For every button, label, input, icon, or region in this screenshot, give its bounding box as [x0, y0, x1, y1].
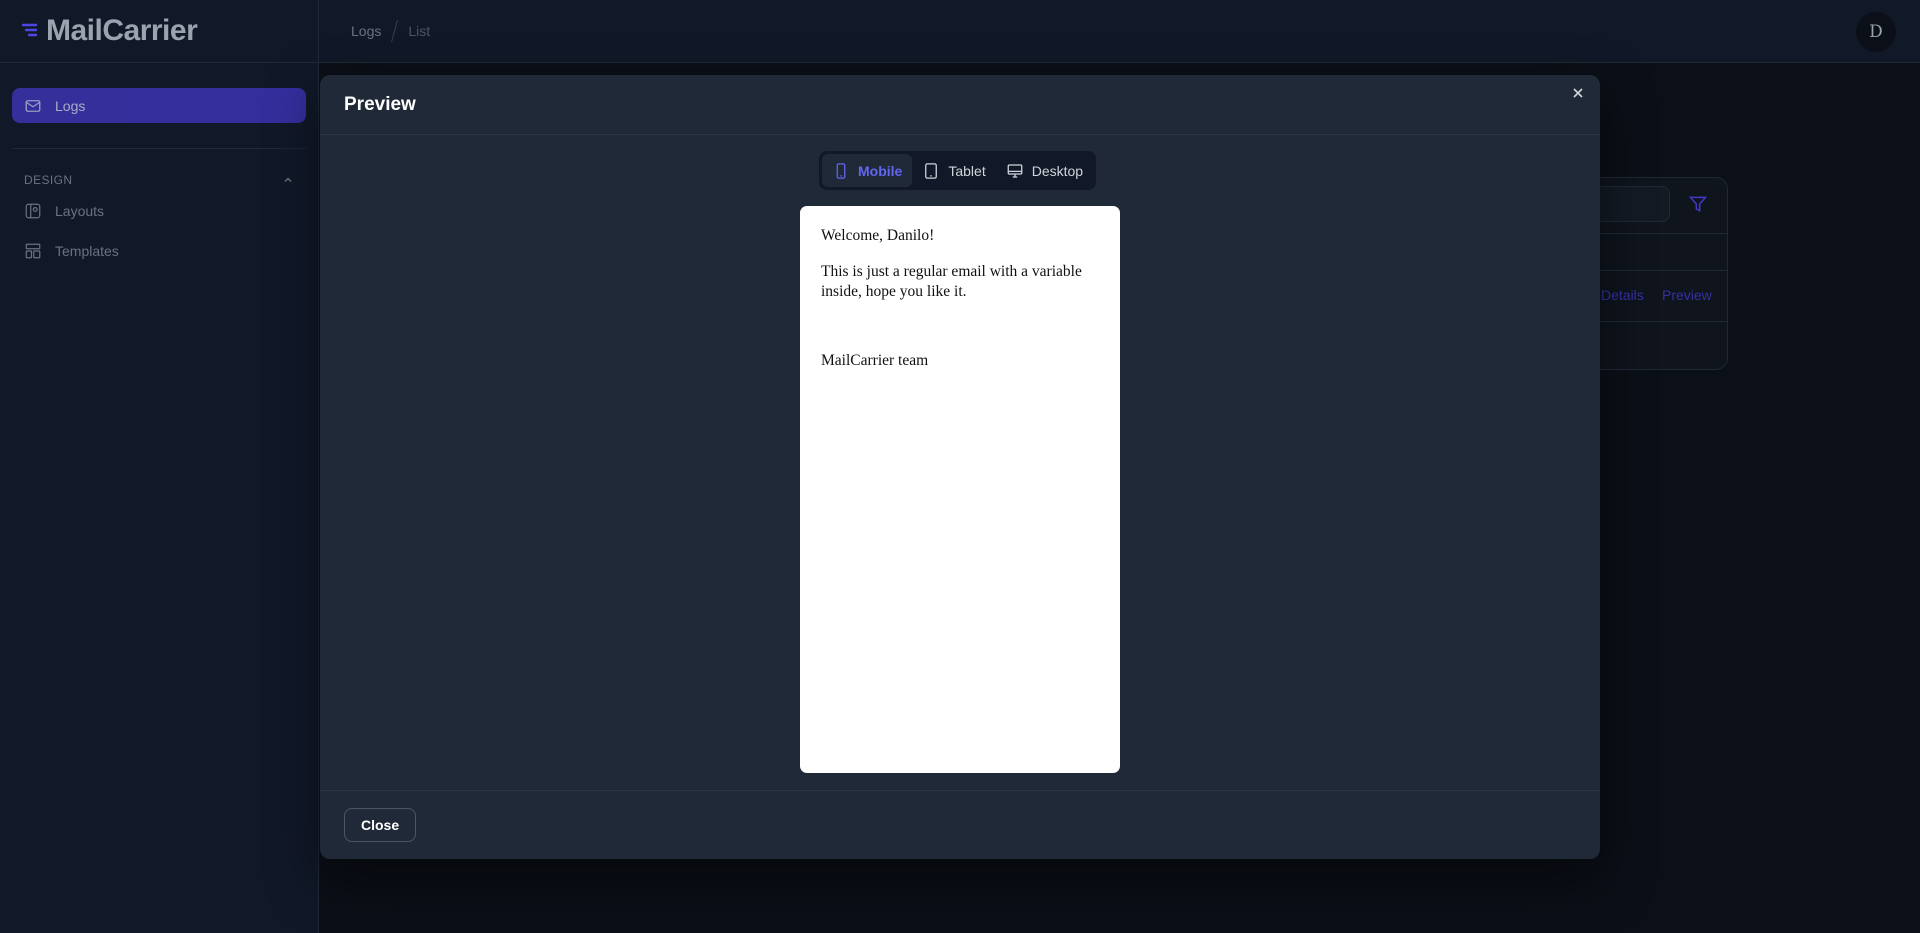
sidebar-nav: Logs DESIGN Layouts Templates: [0, 63, 318, 271]
avatar[interactable]: D: [1856, 12, 1896, 52]
modal-header: Preview: [320, 75, 1600, 135]
breadcrumb-list: List: [408, 23, 431, 39]
device-label: Mobile: [858, 162, 903, 179]
breadcrumb-separator: [391, 20, 399, 42]
device-tablet-button[interactable]: Tablet: [912, 154, 995, 187]
email-body: This is just a regular email with a vari…: [821, 263, 1082, 300]
brand-logo-icon: [22, 23, 38, 37]
sidebar-group-title: DESIGN: [24, 173, 73, 187]
device-label: Tablet: [948, 162, 986, 179]
preview-link[interactable]: Preview: [1662, 287, 1712, 303]
brand-name: MailCarrier: [46, 14, 198, 47]
modal-title: Preview: [344, 93, 416, 115]
tablet-icon: [922, 162, 940, 180]
device-mobile-button[interactable]: Mobile: [822, 154, 913, 187]
device-toggle: Mobile Tablet Desktop: [819, 151, 1097, 190]
mail-icon: [24, 97, 42, 115]
sidebar: MailCarrier Logs DESIGN Layouts Template…: [0, 0, 319, 933]
sidebar-divider: [12, 148, 306, 149]
email-preview-frame[interactable]: Welcome, Danilo! This is just a regular …: [800, 206, 1120, 773]
sidebar-item-label: Templates: [55, 243, 119, 259]
preview-modal: Preview Mobile Tablet Desktop Welcome, D…: [320, 75, 1600, 859]
templates-icon: [24, 242, 42, 260]
sidebar-item-logs[interactable]: Logs: [12, 88, 306, 123]
sidebar-item-label: Logs: [55, 97, 86, 114]
email-greeting: Welcome, Danilo!: [821, 227, 935, 244]
layouts-icon: [24, 202, 42, 220]
close-icon[interactable]: [1568, 83, 1588, 103]
desktop-icon: [1006, 162, 1024, 180]
brand[interactable]: MailCarrier: [0, 0, 318, 63]
device-desktop-button[interactable]: Desktop: [996, 154, 1093, 187]
mobile-icon: [832, 162, 850, 180]
chevron-up-icon: [284, 177, 292, 182]
modal-body: Mobile Tablet Desktop Welcome, Danilo! T…: [320, 135, 1600, 790]
breadcrumb-logs[interactable]: Logs: [351, 23, 381, 39]
sidebar-item-templates[interactable]: Templates: [12, 231, 306, 271]
modal-footer: Close: [320, 790, 1600, 859]
sidebar-item-label: Layouts: [55, 203, 105, 219]
topbar: Logs List D: [319, 0, 1920, 63]
device-label: Desktop: [1031, 162, 1084, 179]
sidebar-item-layouts[interactable]: Layouts: [12, 191, 306, 231]
sidebar-group-design[interactable]: DESIGN: [12, 169, 306, 191]
filter-icon[interactable]: [1688, 194, 1708, 214]
email-signature: MailCarrier team: [821, 352, 929, 370]
details-link[interactable]: Details: [1601, 287, 1644, 303]
close-button[interactable]: Close: [344, 808, 417, 842]
